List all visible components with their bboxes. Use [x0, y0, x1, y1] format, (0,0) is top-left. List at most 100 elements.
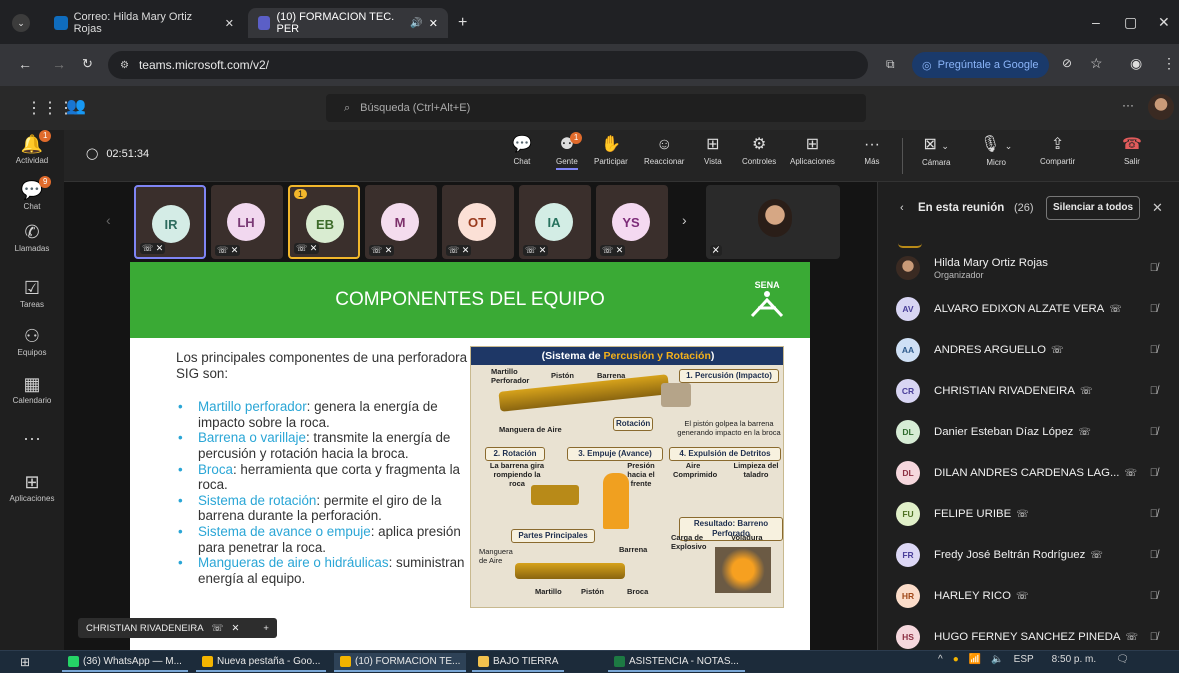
- back-chevron-icon[interactable]: ‹: [900, 202, 904, 214]
- tray-time[interactable]: 8:50 p. m.: [1052, 654, 1096, 665]
- tab-search-icon[interactable]: ⌄: [12, 14, 30, 32]
- toolbar-controles[interactable]: ⚙ Controles: [742, 136, 776, 166]
- participant-row[interactable]: CR CHRISTIAN RIVADENEIRA ☏ 🎙̸: [878, 371, 1179, 411]
- tray-app-icon[interactable]: ●: [953, 654, 959, 665]
- taskbar-item[interactable]: BAJO TIERRA: [472, 653, 565, 672]
- taskbar-app-icon: [614, 656, 625, 667]
- toolbar-reaccionar[interactable]: ☺ Reaccionar: [644, 136, 684, 166]
- participant-tile[interactable]: OT ☏ ✕: [442, 185, 514, 259]
- participant-tile[interactable]: IA ☏ ✕: [519, 185, 591, 259]
- taskbar-item[interactable]: ASISTENCIA - NOTAS...: [608, 653, 745, 672]
- toolbar-vista[interactable]: ⊞ Vista: [704, 136, 722, 166]
- browser-tab-teams[interactable]: (10) FORMACION TEC. PER 🔊 ✕: [248, 8, 448, 38]
- participant-name-text: ANDRES ARGUELLO: [934, 344, 1047, 356]
- address-bar[interactable]: ⚙ teams.microsoft.com/v2/: [108, 51, 868, 79]
- install-app-icon[interactable]: ⧉: [886, 57, 895, 72]
- window-close-button[interactable]: ✕: [1158, 14, 1170, 31]
- participant-row[interactable]: Hilda Mary Ortiz Rojas Organizador 🎙̸: [878, 248, 1179, 288]
- back-icon[interactable]: ←: [18, 56, 32, 72]
- phone-icon: ☏: [1124, 468, 1137, 479]
- minimize-button[interactable]: –: [1092, 14, 1100, 30]
- participant-row[interactable]: FR Fredy José Beltrán Rodríguez ☏ 🎙̸: [878, 535, 1179, 575]
- mic-off-icon[interactable]: 🎙̸: [1150, 262, 1158, 274]
- participant-video-tile[interactable]: ✕̸: [706, 185, 840, 259]
- controls-icon: ⚙: [751, 136, 767, 153]
- av-cmara[interactable]: ⊠ ⌄ Cámara: [922, 136, 950, 167]
- browser-menu-icon[interactable]: ⋮: [1162, 55, 1176, 72]
- participant-tile[interactable]: EB 1 ☏ ✕: [288, 185, 360, 259]
- participant-row[interactable]: HR HARLEY RICO ☏ 🎙̸: [878, 576, 1179, 616]
- tray-lang[interactable]: ESP: [1014, 654, 1034, 665]
- user-avatar[interactable]: [1148, 94, 1174, 120]
- rail-label: Tareas: [19, 300, 44, 309]
- participant-tile[interactable]: IR ☏ ✕: [134, 185, 206, 259]
- strip-prev-icon[interactable]: ‹: [106, 212, 111, 228]
- profile-icon[interactable]: ◉: [1130, 55, 1142, 72]
- notifications-icon[interactable]: 🗨: [1116, 654, 1129, 665]
- mute-all-button[interactable]: Silenciar a todos: [1046, 196, 1141, 220]
- toolbar-ms[interactable]: ··· Más: [864, 136, 880, 166]
- rail-item-llamadas[interactable]: ✆ Llamadas: [0, 222, 64, 253]
- tray-volume-icon[interactable]: 🔈: [991, 654, 1003, 665]
- mic-off-icon[interactable]: 🎙̸: [1150, 344, 1158, 356]
- rail-item-actividad[interactable]: 🔔 1 Actividad: [0, 130, 64, 165]
- rail-item-aplicaciones[interactable]: ⊞ Aplicaciones: [0, 472, 64, 503]
- rail-item-chat[interactable]: 💬 9 Chat: [0, 176, 64, 211]
- av-salir[interactable]: ☎ Salir: [1122, 136, 1142, 166]
- eye-off-icon[interactable]: ⊘: [1062, 56, 1072, 70]
- toolbar-gente[interactable]: ⚉ 1 Gente: [556, 132, 583, 170]
- taskbar-item[interactable]: (10) FORMACION TE...: [334, 653, 467, 672]
- participant-name-text: ALVARO EDIXON ALZATE VERA: [934, 303, 1105, 315]
- mic-off-icon[interactable]: 🎙̸: [1150, 303, 1158, 315]
- mic-off-icon[interactable]: 🎙̸: [1150, 508, 1158, 520]
- participant-row[interactable]: DL DILAN ANDRES CARDENAS LAG... ☏ 🎙̸: [878, 453, 1179, 493]
- participant-name: DILAN ANDRES CARDENAS LAG... ☏: [934, 467, 1137, 479]
- new-tab-button[interactable]: +: [458, 14, 467, 32]
- taskbar-app-icon: [202, 656, 213, 667]
- av-compartir[interactable]: ⇪ Compartir: [1040, 136, 1075, 166]
- rail-item-calendario[interactable]: ▦ Calendario: [0, 374, 64, 405]
- task-view-icon[interactable]: ⊞: [20, 655, 30, 669]
- toolbar-chat[interactable]: 💬 Chat: [512, 136, 532, 166]
- toolbar-aplicaciones[interactable]: ⊞ Aplicaciones: [790, 136, 835, 166]
- av-micro[interactable]: 🎙 ⌄ Micro: [980, 136, 1012, 167]
- add-icon[interactable]: +: [263, 623, 269, 634]
- mic-off-icon[interactable]: 🎙̸: [1150, 426, 1158, 438]
- close-panel-icon[interactable]: ✕: [1152, 200, 1163, 216]
- participant-tile[interactable]: M ☏ ✕: [365, 185, 437, 259]
- participant-row[interactable]: AV ALVARO EDIXON ALZATE VERA ☏ 🎙̸: [878, 289, 1179, 329]
- mic-off-icon[interactable]: 🎙̸: [1150, 590, 1158, 602]
- strip-next-icon[interactable]: ›: [682, 212, 687, 228]
- search-input[interactable]: ⌕ Búsqueda (Ctrl+Alt+E): [326, 94, 866, 122]
- taskbar-item[interactable]: (36) WhatsApp — M...: [62, 653, 188, 672]
- participant-row[interactable]: FU FELIPE URIBE ☏ 🎙̸: [878, 494, 1179, 534]
- rail-item-more[interactable]: ···: [0, 428, 64, 448]
- tray-chevron-icon[interactable]: ^: [938, 654, 943, 665]
- toolbar-participar[interactable]: ✋ Participar: [594, 136, 628, 166]
- participant-name: FELIPE URIBE ☏: [934, 508, 1029, 520]
- participant-row[interactable]: DL Danier Esteban Díaz López ☏ 🎙̸: [878, 412, 1179, 452]
- mic-off-icon[interactable]: 🎙̸: [1150, 467, 1158, 479]
- rail-item-tareas[interactable]: ☑ Tareas: [0, 278, 64, 309]
- participant-row[interactable]: AA ANDRES ARGUELLO ☏ 🎙̸: [878, 330, 1179, 370]
- mic-off-icon[interactable]: 🎙̸: [1150, 549, 1158, 561]
- mic-off-icon[interactable]: 🎙̸: [1150, 385, 1158, 397]
- forward-icon[interactable]: →: [52, 56, 66, 72]
- mic-off-icon[interactable]: 🎙̸: [1150, 631, 1158, 643]
- rail-item-equipos[interactable]: ⚇ Equipos: [0, 326, 64, 357]
- close-icon[interactable]: ✕: [225, 17, 234, 30]
- participant-tile[interactable]: YS ☏ ✕: [596, 185, 668, 259]
- tray-network-icon[interactable]: 📶: [969, 654, 981, 665]
- phone-icon: ☏: [1078, 427, 1091, 438]
- browser-tab-mail[interactable]: Correo: Hilda Mary Ortiz Rojas ✕: [44, 8, 244, 38]
- close-icon[interactable]: ✕: [429, 17, 438, 30]
- site-settings-icon[interactable]: ⚙: [120, 60, 129, 71]
- ask-google-button[interactable]: ◎ Pregúntale a Google: [912, 52, 1049, 78]
- taskbar-item[interactable]: Nueva pestaña - Goo...: [196, 653, 327, 672]
- bookmark-star-icon[interactable]: ☆: [1090, 55, 1103, 72]
- reload-icon[interactable]: ↻: [82, 56, 93, 72]
- participant-tile[interactable]: LH ☏ ✕: [211, 185, 283, 259]
- more-options-icon[interactable]: ···: [1122, 98, 1134, 112]
- maximize-button[interactable]: ▢: [1124, 14, 1137, 31]
- audio-icon[interactable]: 🔊: [410, 18, 422, 29]
